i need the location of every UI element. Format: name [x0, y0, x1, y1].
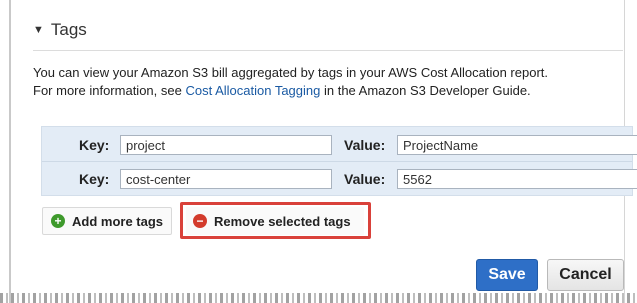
save-button[interactable]: Save — [476, 259, 538, 291]
tag-key-input[interactable] — [120, 135, 332, 155]
cost-allocation-tagging-link[interactable]: Cost Allocation Tagging — [185, 83, 320, 98]
value-label: Value: — [344, 137, 386, 153]
panel-left-border — [9, 0, 11, 303]
remove-selected-tags-button[interactable]: − Remove selected tags — [186, 207, 364, 235]
section-title: Tags — [50, 20, 87, 39]
tag-value-input[interactable] — [397, 135, 637, 155]
tag-value-input[interactable] — [397, 169, 637, 189]
tags-table: Key: Value: x Key: Value: x — [41, 126, 637, 196]
key-label: Key: — [79, 171, 110, 187]
section-divider — [33, 50, 623, 51]
cancel-button[interactable]: Cancel — [547, 259, 624, 291]
add-icon: + — [51, 214, 65, 228]
tag-row: Key: Value: x — [42, 166, 637, 192]
tags-section-header[interactable]: ▼ Tags — [33, 20, 87, 40]
caret-down-icon: ▼ — [33, 24, 44, 36]
row-divider — [42, 161, 632, 162]
tag-key-input[interactable] — [120, 169, 332, 189]
key-label: Key: — [79, 137, 110, 153]
add-more-tags-button[interactable]: + Add more tags — [42, 207, 173, 235]
torn-edge-decoration — [0, 293, 637, 303]
description-line-2: For more information, see Cost Allocatio… — [33, 82, 623, 100]
description-prefix: For more information, see — [33, 83, 186, 98]
description-line-1: You can view your Amazon S3 bill aggrega… — [33, 65, 548, 80]
remove-selected-tags-label: Remove selected tags — [214, 213, 351, 229]
add-more-tags-label: Add more tags — [72, 213, 164, 229]
tag-row: Key: Value: x — [42, 132, 637, 158]
tags-description: You can view your Amazon S3 bill aggrega… — [33, 64, 623, 100]
remove-icon: − — [193, 214, 207, 228]
value-label: Value: — [344, 171, 386, 187]
description-suffix: in the Amazon S3 Developer Guide. — [320, 83, 531, 98]
